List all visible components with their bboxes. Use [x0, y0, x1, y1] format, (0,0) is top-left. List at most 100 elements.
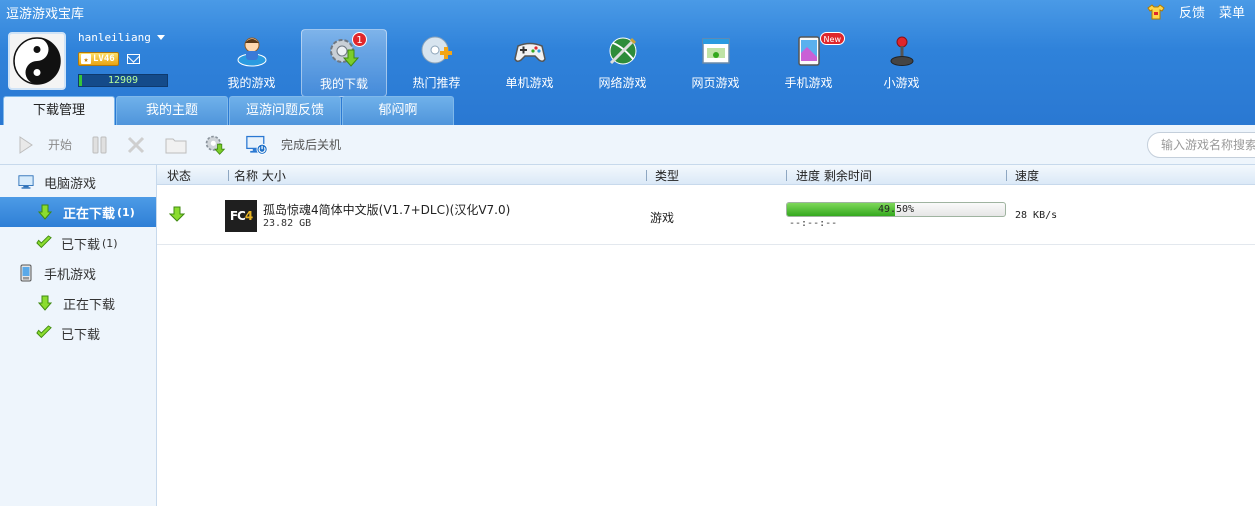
skin-shirt-icon[interactable]: [1147, 3, 1165, 20]
delete-button[interactable]: [125, 125, 147, 165]
points-value: 12909: [107, 75, 139, 86]
nav-web-games[interactable]: 网页游戏: [669, 29, 762, 97]
nav-label: 我的下载: [319, 77, 368, 91]
download-arrow-icon: [37, 295, 53, 311]
toolbar: 开始 完成后关机 输入游戏名称搜索: [0, 125, 1255, 165]
browser-window-icon: [698, 33, 734, 69]
download-progress-bar: 49.50%: [786, 202, 1006, 217]
nav-my-games[interactable]: 我的游戏: [205, 29, 298, 97]
open-folder-button[interactable]: [165, 125, 187, 165]
nav-single-games[interactable]: 单机游戏: [483, 29, 576, 97]
sidebar-item-pc-downloading[interactable]: 正在下载 (1): [0, 197, 156, 227]
mobile-phone-icon: [18, 264, 34, 282]
monitor-power-icon: [246, 134, 268, 156]
nav-hot-recommend[interactable]: 热门推荐: [390, 29, 483, 97]
nav-label: 单机游戏: [505, 76, 554, 90]
sidebar: 电脑游戏 正在下载 (1) 已下载 (1) 手机游戏 正在下载 已下载: [0, 165, 157, 506]
gear-download-icon: [204, 134, 226, 156]
check-icon: [36, 325, 52, 341]
sidebar-item-mobile-downloaded[interactable]: 已下载: [0, 318, 156, 348]
folder-icon: [165, 134, 187, 156]
pause-icon: [89, 134, 111, 156]
nav-label: 我的游戏: [227, 76, 276, 90]
tab-download-manager[interactable]: 下载管理: [3, 96, 115, 125]
nav-mobile-games[interactable]: New 手机游戏: [762, 29, 855, 97]
shutdown-label: 完成后关机: [281, 138, 342, 152]
download-arrow-icon: [168, 206, 186, 225]
sidebar-item-mobile-games[interactable]: 手机游戏: [0, 258, 156, 288]
sidebar-item-pc-downloaded[interactable]: 已下载 (1): [0, 228, 156, 258]
sidebar-item-label: 正在下载: [63, 297, 116, 313]
sidebar-item-label: 手机游戏: [44, 267, 97, 283]
gamepad-icon: [512, 33, 548, 69]
col-separator[interactable]: [646, 170, 647, 181]
monitor-icon: [18, 174, 34, 190]
nav-label: 网页游戏: [691, 76, 740, 90]
nav-label: 小游戏: [883, 76, 920, 90]
level-badge: ★ LV46: [78, 52, 119, 66]
game-logo-text: FC: [229, 209, 246, 223]
time-left: --:--:--: [789, 218, 838, 229]
tab-feedback[interactable]: 逗游问题反馈: [229, 96, 341, 125]
col-speed[interactable]: 速度: [1015, 167, 1039, 184]
avatar[interactable]: [8, 32, 66, 90]
nav-my-downloads[interactable]: 1 我的下载: [301, 29, 387, 97]
username[interactable]: hanleiliang: [78, 31, 165, 44]
points-bar: 12909: [78, 74, 168, 87]
col-separator[interactable]: [1006, 170, 1007, 181]
downloaded-count: (1): [102, 236, 118, 250]
tab-depressed[interactable]: 郁闷啊: [342, 96, 454, 125]
search-input[interactable]: 输入游戏名称搜索: [1147, 132, 1255, 158]
game-name: 孤岛惊魂4简体中文版(V1.7+DLC)(汉化V7.0): [263, 203, 511, 217]
start-button[interactable]: 开始: [14, 125, 72, 165]
sidebar-item-label: 正在下载: [63, 206, 116, 222]
chevron-down-icon[interactable]: [156, 35, 165, 40]
app-title: 逗游游戏宝库: [6, 7, 85, 22]
main-nav: 我的游戏 1 我的下载 热门推荐 单机游戏 网络游戏 网页游戏 New 手机游戏…: [205, 29, 948, 97]
tab-bar: 下载管理 我的主题 逗游问题反馈 郁闷啊: [3, 96, 454, 125]
col-status[interactable]: 状态: [167, 167, 191, 184]
close-icon: [125, 134, 147, 156]
table-row[interactable]: FC 4 孤岛惊魂4简体中文版(V1.7+DLC)(汉化V7.0) 23.82 G…: [157, 186, 1255, 245]
shutdown-after-complete-button[interactable]: 完成后关机: [246, 125, 341, 165]
settings-button[interactable]: [204, 125, 226, 165]
mail-icon[interactable]: [126, 54, 140, 64]
table-header: 状态 名称 大小 类型 进度 剩余时间 速度: [157, 165, 1255, 185]
level-star-icon: ★: [81, 54, 91, 64]
sidebar-item-mobile-downloading[interactable]: 正在下载: [0, 288, 156, 318]
disc-plus-icon: [419, 33, 455, 69]
game-logo: FC 4: [225, 200, 257, 232]
download-count-badge: 1: [352, 32, 367, 47]
yin-yang-icon: [13, 37, 61, 85]
new-badge: New: [819, 32, 845, 45]
sidebar-item-label: 电脑游戏: [44, 176, 97, 192]
nav-mini-games[interactable]: 小游戏: [855, 29, 948, 97]
nav-label: 热门推荐: [412, 76, 461, 90]
col-name-size[interactable]: 名称 大小: [234, 167, 286, 184]
play-icon: [14, 134, 36, 156]
start-label: 开始: [48, 138, 73, 152]
joystick-icon: [884, 33, 920, 69]
level-text: LV46: [93, 54, 115, 64]
nav-label: 网络游戏: [598, 76, 647, 90]
nav-online-games[interactable]: 网络游戏: [576, 29, 669, 97]
tab-my-theme[interactable]: 我的主题: [116, 96, 228, 125]
col-separator[interactable]: [228, 170, 229, 181]
game-type: 游戏: [650, 211, 675, 225]
game-size: 23.82 GB: [263, 218, 312, 229]
col-type[interactable]: 类型: [655, 167, 679, 184]
sword-globe-icon: [605, 33, 641, 69]
download-arrow-icon: [37, 204, 53, 220]
col-progress-time[interactable]: 进度 剩余时间: [796, 167, 872, 184]
sidebar-item-pc-games[interactable]: 电脑游戏: [0, 167, 156, 197]
person-globe-icon: [234, 33, 270, 69]
header: 逗游游戏宝库 反馈 菜单 hanleiliang ★ LV46 12909 我的…: [0, 0, 1255, 125]
menu-link[interactable]: 菜单: [1219, 2, 1245, 21]
check-icon: [36, 235, 52, 251]
username-text: hanleiliang: [78, 31, 151, 44]
downloading-count: (1): [117, 205, 135, 219]
feedback-link[interactable]: 反馈: [1179, 2, 1205, 21]
pause-button[interactable]: [89, 125, 111, 165]
col-separator[interactable]: [786, 170, 787, 181]
points-bar-fill: [79, 75, 82, 86]
